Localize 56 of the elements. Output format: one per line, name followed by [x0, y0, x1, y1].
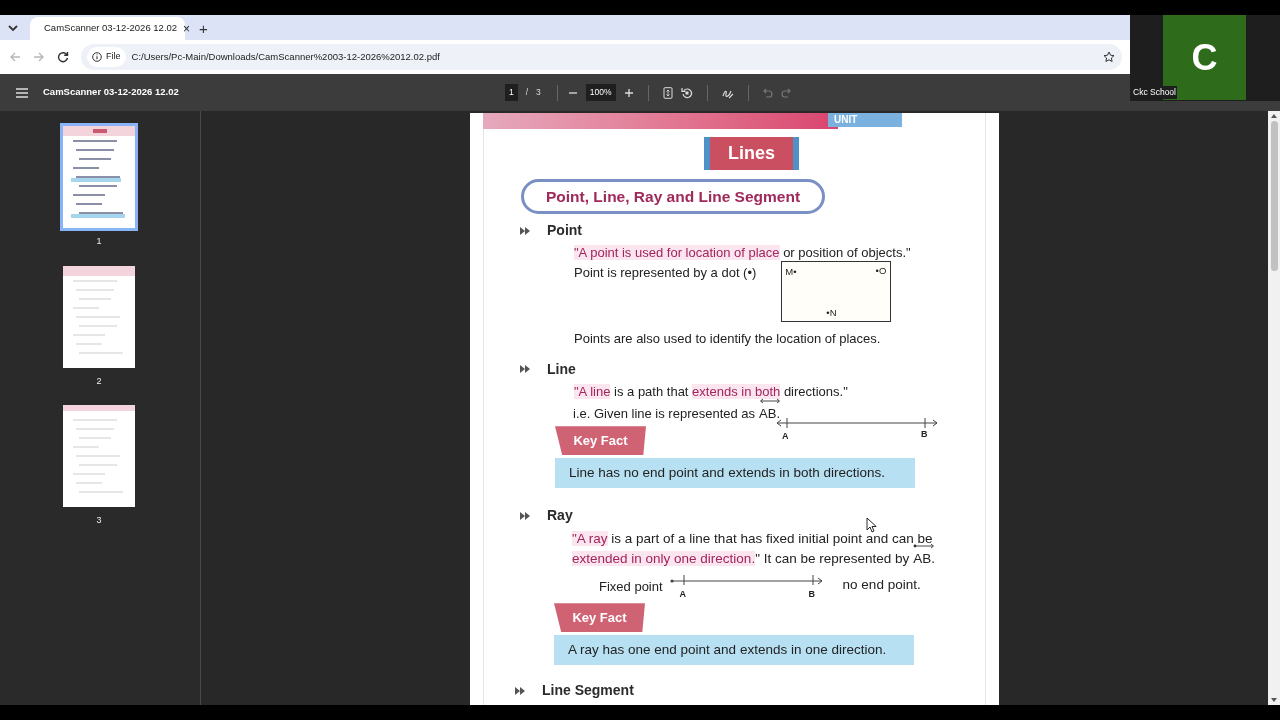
tab-title: CamScanner 03-12-2026 12.02: [44, 21, 178, 36]
rotate-icon[interactable]: [680, 86, 693, 99]
page-count: 3: [536, 86, 541, 99]
point-label: B: [808, 588, 816, 602]
page-label: 3: [96, 514, 102, 527]
key-fact-tag: Key Fact: [555, 426, 646, 456]
key-fact-box: Line has no end point and extends in both directions.: [555, 458, 915, 489]
document-title: CamScanner 03-12-2026 12.02: [43, 85, 179, 100]
representation-text: Point is represented by a dot (•): [574, 265, 757, 282]
cursor-icon: [866, 517, 878, 533]
close-tab-icon[interactable]: ×: [183, 22, 191, 35]
notation-text: AB.: [913, 551, 936, 567]
page-label: 1: [96, 235, 102, 248]
point-label: M•: [785, 265, 797, 280]
double-arrow-icon: [759, 397, 782, 404]
definition-text: "A point is used for location of place or position of objects.": [574, 244, 912, 263]
definition-text: "A line is a path that extends in both directions.": [574, 382, 849, 401]
menu-icon[interactable]: [16, 87, 28, 98]
bookmark-star-icon[interactable]: [1103, 51, 1115, 63]
participant-name: Ckc School: [1132, 86, 1177, 99]
point-label: B: [921, 428, 928, 442]
note-text: Points are also used to identify the location of places.: [574, 330, 882, 349]
definition-text: "A ray is a part of a line that has fixed initial point and can be extended in only one direction." It can be represented by AB.: [572, 530, 937, 569]
page-separator: /: [525, 86, 529, 99]
key-fact-tag: Key Fact: [554, 603, 645, 633]
notation-text: AB.: [759, 405, 781, 421]
representation-text: i.e. Given line is represented as: [573, 404, 756, 423]
zoom-field[interactable]: 100%: [585, 84, 616, 101]
scroll-up-icon[interactable]: [1270, 113, 1278, 119]
section-heading: Point, Line, Ray and Line Segment: [521, 179, 826, 215]
fit-page-icon[interactable]: [662, 86, 673, 99]
new-tab-button[interactable]: +: [199, 21, 208, 36]
subheading: Line Segment: [542, 681, 634, 701]
end-point-label: no end point.: [842, 576, 921, 595]
point-label: •O: [875, 264, 887, 279]
page-label: 2: [96, 374, 102, 388]
scroll-thumb[interactable]: [1270, 121, 1278, 271]
subheading: Ray: [547, 506, 573, 526]
page-number-field[interactable]: 1: [505, 84, 518, 101]
info-icon[interactable]: [92, 52, 102, 62]
avatar-initial: C: [1191, 35, 1218, 80]
unit-title: Lines: [704, 137, 799, 170]
fixed-point-label: Fixed point: [599, 578, 663, 597]
address-bar[interactable]: File C:/Users/Pc-Main/Downloads/CamScanner%2003-12-2026%2012.02.pdf: [81, 44, 1122, 70]
scrollbar[interactable]: [1268, 111, 1280, 705]
scroll-down-icon[interactable]: [1270, 697, 1278, 703]
key-fact-box: A ray has one end point and extends in one direction.: [554, 635, 914, 666]
point-label: •N: [826, 306, 837, 320]
url-text: C:/Users/Pc-Main/Downloads/CamScanner%2003-12-2026%2012.02.pdf: [131, 49, 440, 64]
ray-arrow-icon: [913, 543, 936, 550]
zoom-in-icon[interactable]: [623, 87, 634, 98]
reload-icon[interactable]: [57, 51, 69, 63]
subheading: Point: [547, 221, 582, 241]
point-label: A: [679, 588, 687, 602]
point-label: A: [782, 430, 789, 444]
subheading: Line: [547, 359, 576, 379]
